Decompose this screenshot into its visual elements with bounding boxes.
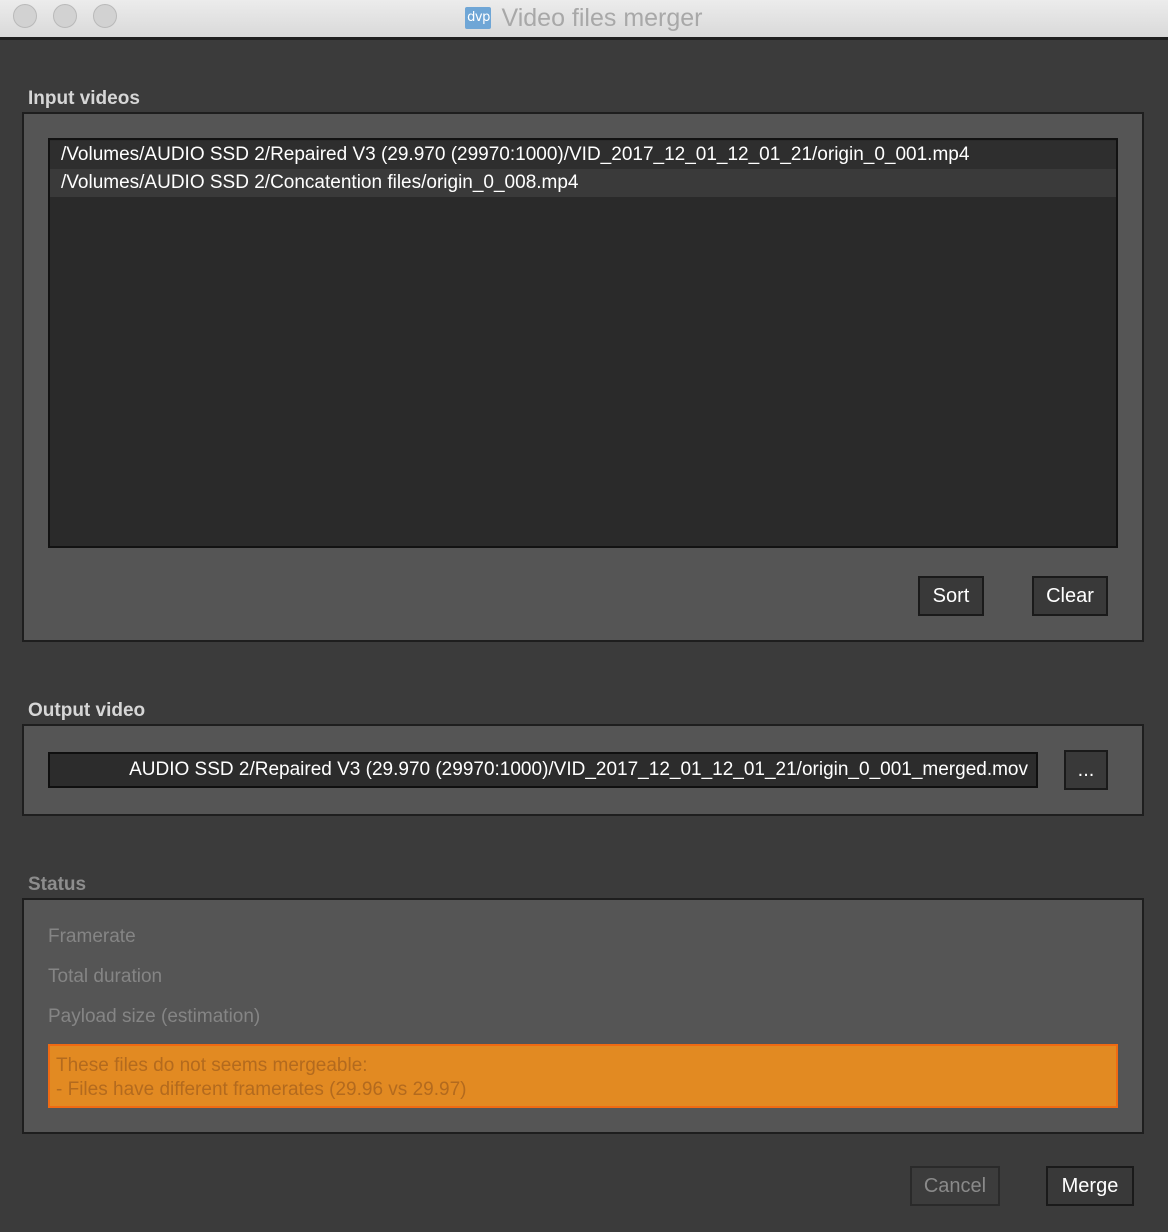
window-title-area: dvp Video files merger — [0, 0, 1168, 36]
framerate-label: Framerate — [48, 926, 136, 947]
title-bar: dvp Video files merger — [0, 0, 1168, 38]
window-divider — [0, 37, 1168, 40]
list-item[interactable]: /Volumes/AUDIO SSD 2/Concatention files/… — [50, 169, 1116, 197]
input-videos-label: Input videos — [28, 88, 140, 109]
output-path-field[interactable]: AUDIO SSD 2/Repaired V3 (29.970 (29970:1… — [48, 752, 1038, 788]
warning-line-1: These files do not seems mergeable: — [56, 1055, 368, 1076]
status-label: Status — [28, 874, 87, 895]
input-videos-list[interactable]: /Volumes/AUDIO SSD 2/Repaired V3 (29.970… — [48, 138, 1118, 548]
sort-button[interactable]: Sort — [918, 576, 984, 616]
app-icon: dvp — [465, 7, 492, 29]
merge-warning-box: These files do not seems mergeable: - Fi… — [48, 1044, 1118, 1108]
warning-line-2: - Files have different framerates (29.96… — [56, 1079, 467, 1100]
window-title: Video files merger — [501, 3, 703, 32]
merge-button[interactable]: Merge — [1046, 1166, 1134, 1206]
list-item[interactable]: /Volumes/AUDIO SSD 2/Repaired V3 (29.970… — [50, 141, 1116, 169]
browse-button[interactable]: ... — [1064, 750, 1108, 790]
payload-size-label: Payload size (estimation) — [48, 1006, 261, 1027]
clear-button[interactable]: Clear — [1032, 576, 1108, 616]
output-video-label: Output video — [28, 700, 146, 721]
output-path-text: AUDIO SSD 2/Repaired V3 (29.970 (29970:1… — [129, 759, 1028, 780]
total-duration-label: Total duration — [48, 966, 163, 987]
cancel-button[interactable]: Cancel — [910, 1166, 1000, 1206]
